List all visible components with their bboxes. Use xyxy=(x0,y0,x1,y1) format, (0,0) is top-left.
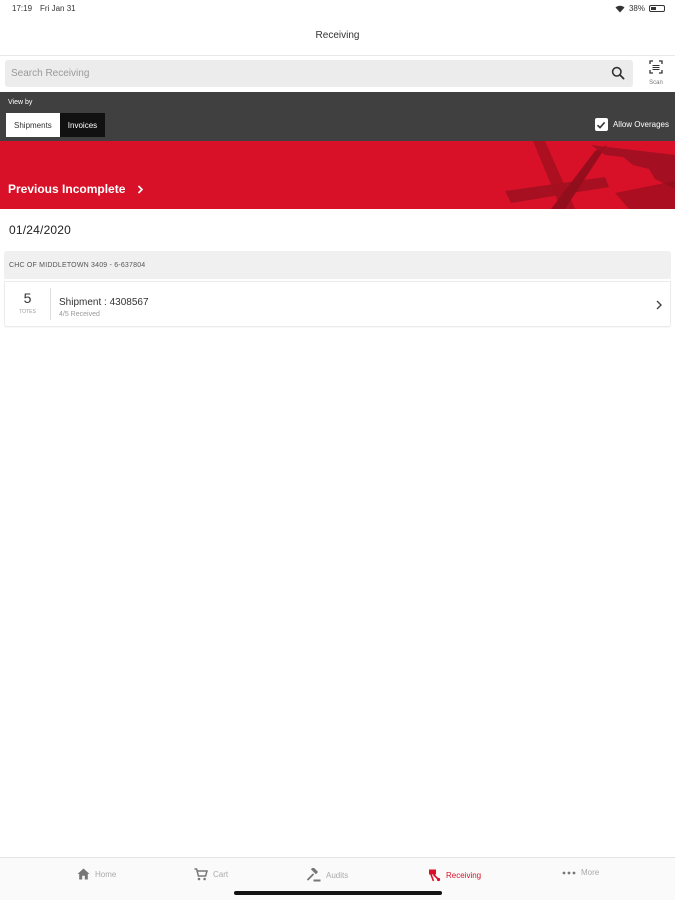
battery-icon xyxy=(649,5,665,12)
segment-shipments[interactable]: Shipments xyxy=(6,113,60,137)
tab-cart[interactable]: Cart xyxy=(194,868,228,881)
store-name: CHC OF MIDDLETOWN 3409 - 6-637804 xyxy=(9,262,146,269)
tab-audits[interactable]: Audits xyxy=(307,868,348,882)
allow-overages-toggle[interactable]: Allow Overages xyxy=(594,118,669,131)
tote-count-box: 5 TOTES xyxy=(5,288,51,320)
cart-icon xyxy=(194,868,208,881)
shipment-title: Shipment : 4308567 xyxy=(59,297,149,308)
more-icon xyxy=(562,871,576,874)
wifi-icon xyxy=(615,5,625,12)
tab-home[interactable]: Home xyxy=(77,868,116,880)
tab-label-receiving: Receiving xyxy=(446,870,482,880)
tab-label-home: Home xyxy=(95,869,117,879)
filter-bar: View by Shipments Invoices Allow Overage… xyxy=(0,92,675,141)
home-indicator xyxy=(234,891,442,895)
tote-count: 5 xyxy=(23,290,32,306)
date-heading: 01/24/2020 xyxy=(9,223,72,237)
allow-overages-checkbox[interactable] xyxy=(594,118,608,131)
search-icon[interactable] xyxy=(611,66,625,80)
scan-icon xyxy=(649,60,663,74)
tote-unit: TOTES xyxy=(19,309,36,315)
tab-receiving[interactable]: Receiving xyxy=(428,868,481,882)
receiving-icon xyxy=(429,869,441,882)
banner-label: Previous Incomplete xyxy=(8,182,126,196)
segment-invoices[interactable]: Invoices xyxy=(59,113,106,137)
home-icon xyxy=(77,868,90,880)
checkmark-icon xyxy=(597,121,606,129)
battery-level xyxy=(651,7,656,10)
scan-label: Scan xyxy=(649,80,663,86)
scan-button[interactable]: Scan xyxy=(640,60,672,88)
search-input[interactable] xyxy=(5,60,633,87)
chevron-right-icon xyxy=(138,184,144,194)
view-by-segment: Shipments Invoices xyxy=(6,113,106,137)
banner-decoration xyxy=(505,141,675,209)
tab-label-more: More xyxy=(581,868,600,877)
status-bar: 17:19 Fri Jan 31 38% xyxy=(0,0,675,18)
store-group-header: CHC OF MIDDLETOWN 3409 - 6-637804 xyxy=(4,251,671,279)
search-box[interactable] xyxy=(5,60,633,87)
battery-percent: 38% xyxy=(628,4,645,13)
view-by-label: View by xyxy=(8,99,33,106)
tab-label-audits: Audits xyxy=(326,870,349,880)
tab-more[interactable]: More xyxy=(562,868,599,877)
previous-incomplete-link[interactable]: Previous Incomplete xyxy=(8,182,144,196)
chevron-right-icon[interactable] xyxy=(656,300,662,310)
allow-overages-label: Allow Overages xyxy=(612,120,669,129)
page-title: Receiving xyxy=(315,30,360,41)
shipment-status: 4/5 Received xyxy=(59,311,100,318)
status-time: 17:19 xyxy=(12,4,33,13)
tab-label-cart: Cart xyxy=(213,870,229,879)
previous-incomplete-banner[interactable]: Previous Incomplete xyxy=(0,141,675,209)
header-divider xyxy=(0,55,675,56)
status-date: Fri Jan 31 xyxy=(40,4,76,13)
shipment-row[interactable]: 5 TOTES Shipment : 4308567 4/5 Received xyxy=(4,281,671,327)
gavel-icon xyxy=(307,868,321,882)
